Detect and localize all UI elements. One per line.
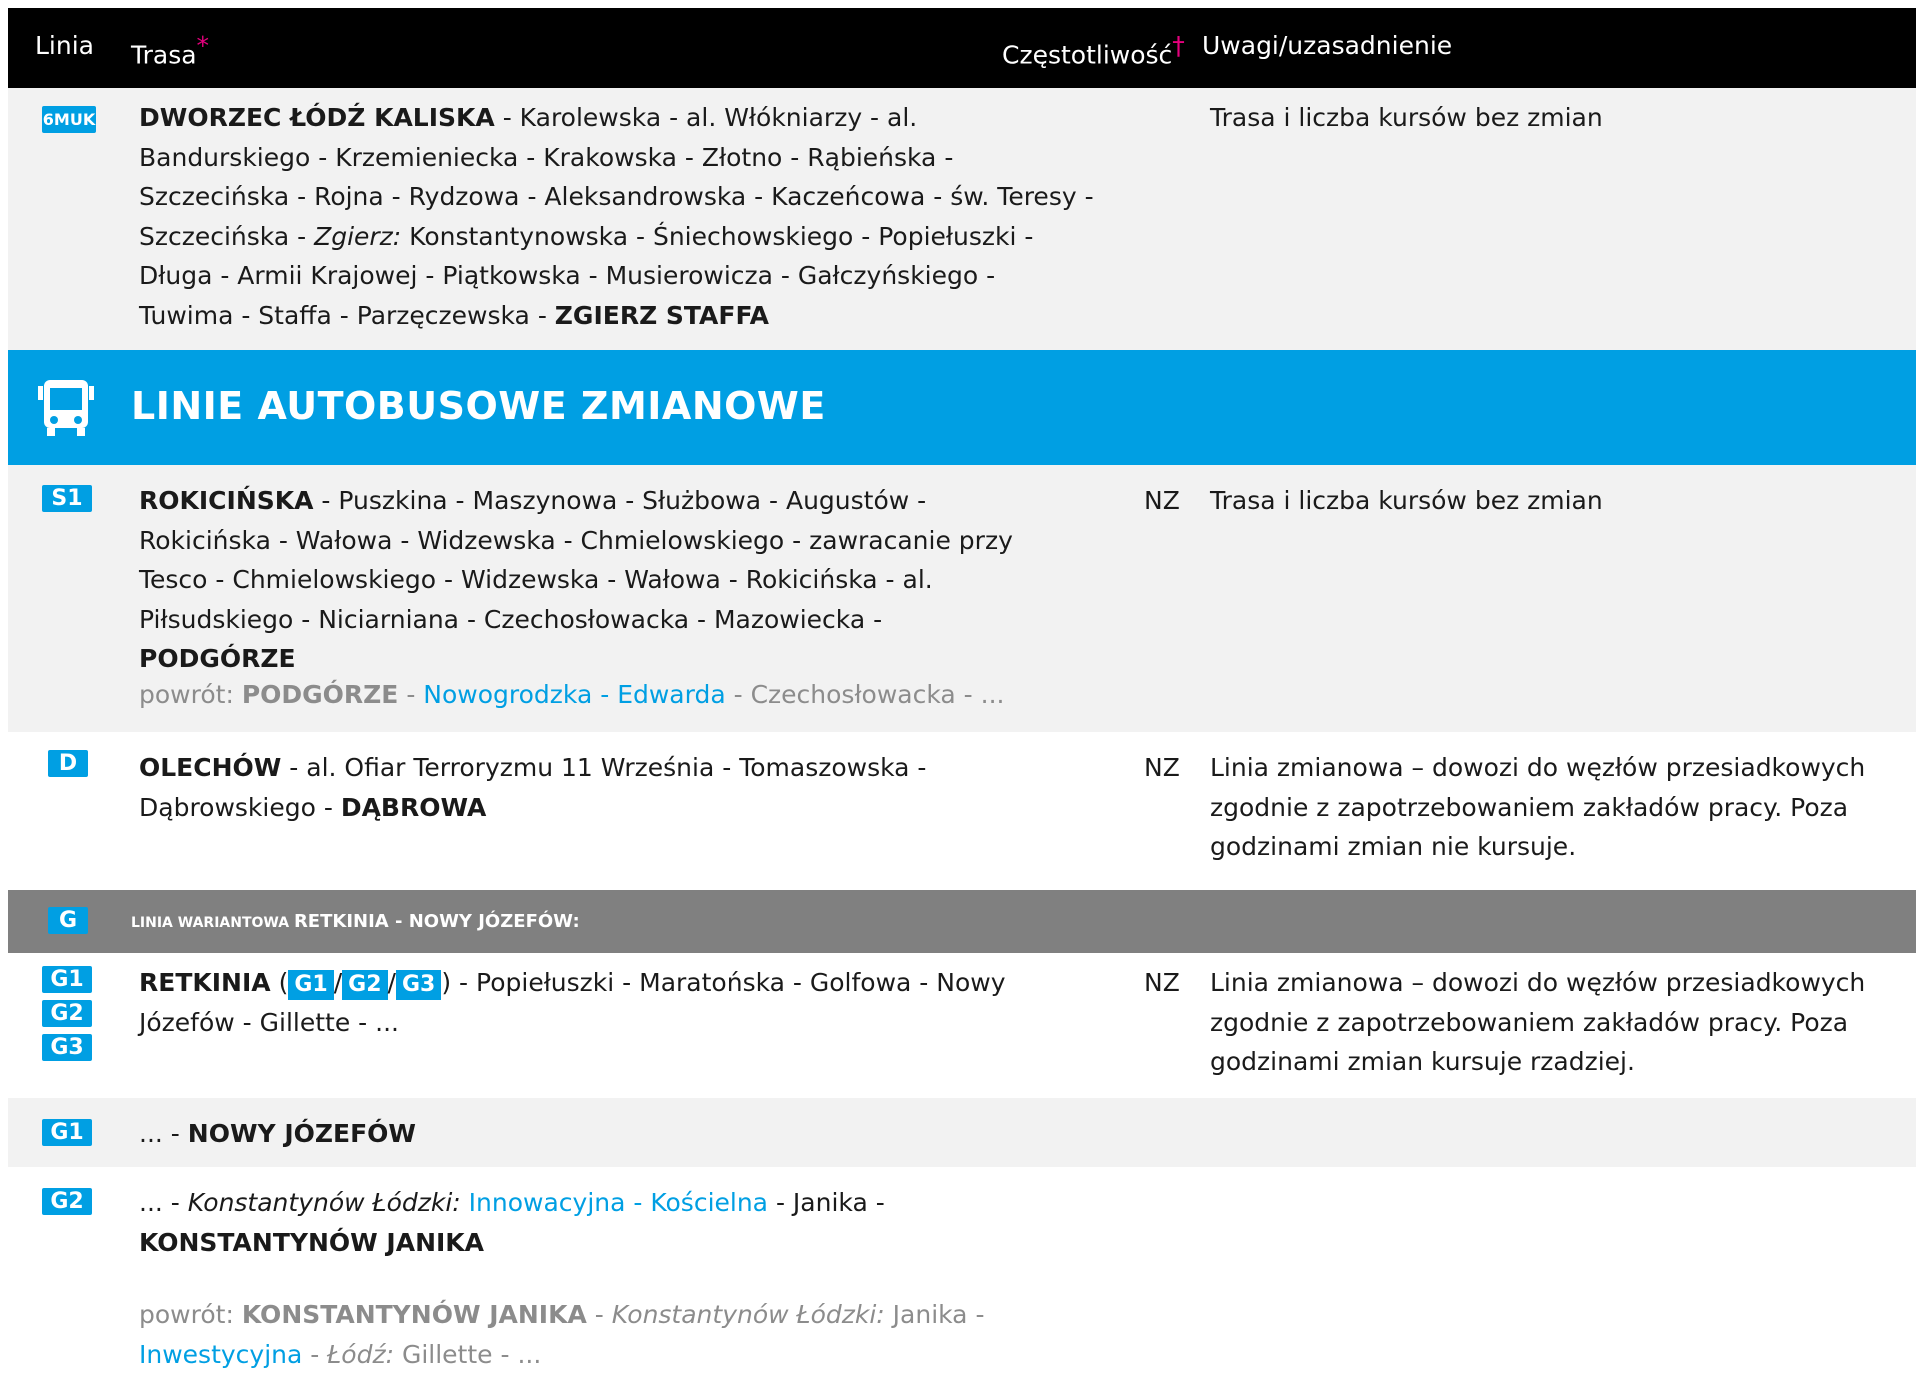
- return-route-text: powrót: KONSTANTYNÓW JANIKA - Konstantyn…: [139, 1300, 985, 1369]
- inline-badge-g2: G2: [342, 970, 388, 1000]
- section-title: LINIE AUTOBUSOWE ZMIANOWE: [131, 384, 826, 428]
- inline-badge-g1: G1: [288, 970, 334, 1000]
- notes-text: Linia zmianowa – dowozi do węzłów przesi…: [1210, 753, 1866, 861]
- freq-text: NZ: [1144, 486, 1180, 515]
- notes-text: Trasa i liczba kursów bez zmian: [1210, 103, 1603, 132]
- route-text: OLECHÓW - al. Ofiar Terroryzmu 11 Wrześn…: [139, 753, 927, 822]
- freq-text: NZ: [1144, 968, 1180, 997]
- line-badge-6muk: 6MUK: [42, 106, 96, 133]
- col-route-header: Trasa*: [131, 31, 210, 70]
- notes-text: Trasa i liczba kursów bez zmian: [1210, 486, 1603, 515]
- table-row-6muk: 6MUK DWORZEC ŁÓDŹ KALISKA - Karolewska -…: [8, 88, 1916, 350]
- route-text: RETKINIA (G1/G2/G3) - Popiełuszki - Mara…: [139, 968, 1006, 1037]
- inline-badge-g3: G3: [395, 970, 442, 1000]
- table-header: Linia Trasa* Częstotliwość† Uwagi/uzasad…: [8, 8, 1916, 88]
- table-row-s1: S1 ROKICIŃSKA - Puszkina - Maszynowa - S…: [8, 465, 1916, 732]
- route-text: ... - NOWY JÓZEFÓW: [139, 1119, 416, 1148]
- line-badge-g: G: [48, 907, 88, 934]
- freq-footnote-mark: †: [1172, 31, 1185, 60]
- route-text: ... - Konstantynów Łódzki: Innowacyjna -…: [139, 1188, 885, 1257]
- line-badge-g1: G1: [42, 966, 92, 993]
- section-bus-lines: LINIE AUTOBUSOWE ZMIANOWE: [8, 350, 1916, 465]
- route-footnote-mark: *: [196, 31, 210, 60]
- line-badge-g2: G2: [42, 1000, 92, 1027]
- line-badge-g1: G1: [42, 1119, 92, 1146]
- notes-text: Linia zmianowa – dowozi do węzłów przesi…: [1210, 968, 1866, 1076]
- return-route-text: powrót: PODGÓRZE - Nowogrodzka - Edwarda…: [139, 680, 1005, 709]
- bus-icon: [38, 380, 94, 436]
- line-badge-g2: G2: [42, 1188, 92, 1215]
- variant-line-band: G LINIA WARIANTOWA RETKINIA - NOWY JÓZEF…: [8, 890, 1916, 953]
- table-row-g123: G1 G2 G3 RETKINIA (G1/G2/G3) - Popiełusz…: [8, 953, 1916, 1098]
- route-text: ROKICIŃSKA - Puszkina - Maszynowa - Służ…: [139, 486, 1013, 673]
- variant-title: LINIA WARIANTOWA RETKINIA - NOWY JÓZEFÓW…: [131, 911, 580, 932]
- table-row-d: D OLECHÓW - al. Ofiar Terroryzmu 11 Wrze…: [8, 732, 1916, 890]
- table-row-g2: G2 ... - Konstantynów Łódzki: Innowacyjn…: [8, 1167, 1916, 1374]
- line-badge-s1: S1: [42, 485, 92, 512]
- freq-text: NZ: [1144, 753, 1180, 782]
- line-badge-g3: G3: [42, 1034, 92, 1061]
- route-text: DWORZEC ŁÓDŹ KALISKA - Karolewska - al. …: [139, 103, 1094, 330]
- col-freq-header: Częstotliwość†: [1002, 31, 1185, 70]
- col-notes-header: Uwagi/uzasadnienie: [1202, 31, 1453, 60]
- table-row-g1: G1 ... - NOWY JÓZEFÓW: [8, 1098, 1916, 1167]
- line-badge-d: D: [48, 750, 88, 777]
- col-line-header: Linia: [35, 31, 94, 60]
